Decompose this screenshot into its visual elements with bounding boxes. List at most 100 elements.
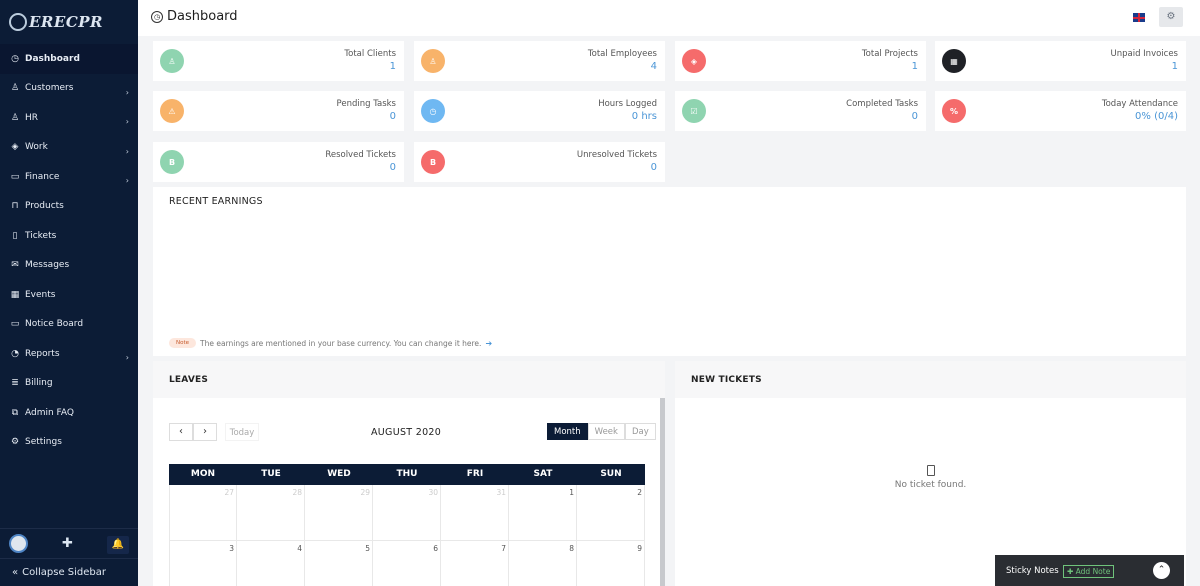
prev-month-button[interactable]: ‹ [169, 423, 193, 441]
calendar-day-cell[interactable]: 3 [169, 541, 237, 586]
today-button[interactable]: Today [225, 423, 259, 441]
stat-card-pending-tasks[interactable]: ⚠ Pending Tasks 0 [153, 91, 404, 131]
calendar-day-cell[interactable]: 4 [237, 541, 305, 586]
view-week-button[interactable]: Week [587, 423, 625, 440]
stat-card-completed-tasks[interactable]: ☑ Completed Tasks 0 [675, 91, 926, 131]
uk-flag-icon[interactable] [1133, 13, 1145, 22]
bell-icon[interactable]: 🔔 [107, 536, 129, 554]
sidebar-item-label: Products [25, 201, 64, 212]
sidebar-item-events[interactable]: ▦ Events [0, 280, 138, 310]
logo-text: ERECPR [29, 13, 104, 31]
calendar-day-cell[interactable]: 9 [577, 541, 645, 586]
collapse-sidebar-button[interactable]: « Collapse Sidebar [0, 558, 138, 586]
stat-card-total-projects[interactable]: ◈ Total Projects 1 [675, 41, 926, 81]
stat-icon: B [160, 150, 184, 174]
stat-icon: ☑ [682, 99, 706, 123]
sidebar-item-finance[interactable]: ▭ Finance › [0, 162, 138, 192]
calendar-day-cell[interactable]: 2 [577, 485, 645, 541]
calendar-day-cell[interactable]: 6 [373, 541, 441, 586]
recent-earnings-panel: RECENT EARNINGS Note The earnings are me… [153, 187, 1186, 356]
stat-label: Total Employees [587, 49, 657, 59]
sidebar-item-reports[interactable]: ◔ Reports › [0, 339, 138, 369]
stat-label: Completed Tasks [846, 99, 918, 109]
calendar-day-cell[interactable]: 1 [509, 485, 577, 541]
arrow-right-icon[interactable]: ➔ [485, 339, 492, 348]
stat-label: Hours Logged [598, 99, 657, 109]
user-icon: ♙ [10, 112, 20, 123]
sidebar-item-admin-faq[interactable]: ⧉ Admin FAQ [0, 398, 138, 428]
money-icon: ▭ [10, 171, 20, 182]
sidebar-item-settings[interactable]: ⚙ Settings [0, 428, 138, 458]
stat-value: 0 [911, 111, 918, 122]
layers-icon: ◈ [11, 142, 19, 153]
sidebar-item-notice-board[interactable]: ▭ Notice Board [0, 310, 138, 340]
sidebar-footer: ✚ 🔔 « Collapse Sidebar [0, 528, 138, 586]
gear-icon: ⚙ [10, 437, 20, 448]
calendar-day-cell[interactable]: 5 [305, 541, 373, 586]
stat-label: Today Attendance [1101, 99, 1178, 109]
collapse-sidebar-label: Collapse Sidebar [22, 567, 107, 578]
next-month-button[interactable]: › [193, 423, 217, 441]
sidebar-item-label: HR [25, 112, 39, 123]
stat-value: 1 [389, 61, 396, 72]
stat-card-today-attendance[interactable]: % Today Attendance 0% (0/4) [935, 91, 1186, 131]
stat-icon: ♙ [421, 49, 445, 73]
sidebar-item-work[interactable]: ◈ Work › [0, 133, 138, 163]
stat-icon: ◷ [421, 99, 445, 123]
sidebar-item-products[interactable]: ⊓ Products [0, 192, 138, 222]
sidebar-item-customers[interactable]: ♙ Customers › [0, 74, 138, 104]
logo-mark: ERECPR [9, 13, 103, 31]
calendar-day-cell[interactable]: 8 [509, 541, 577, 586]
billing-icon: ≣ [11, 378, 19, 389]
weekday-tue: TUE [261, 469, 281, 479]
sidebar-item-label: Work [25, 142, 48, 153]
stat-card-hours-logged[interactable]: ◷ Hours Logged 0 hrs [414, 91, 665, 131]
calendar-toolbar: ‹ › Today AUGUST 2020 Month Week Day [169, 423, 656, 441]
calendar-weekday-header: MON TUE WED THU FRI SAT SUN [169, 464, 645, 485]
sidebar: ERECPR ◷ Dashboard ♙ Customers › ♙ HR › ◈ Work › ▭ F… [0, 0, 138, 586]
sidebar-item-label: Billing [25, 378, 53, 389]
stat-value: 0 [650, 162, 657, 173]
scrollbar[interactable] [660, 398, 665, 586]
stat-card-unpaid-invoices[interactable]: ▦ Unpaid Invoices 1 [935, 41, 1186, 81]
stat-value: 0% (0/4) [1135, 111, 1178, 122]
stat-label: Resolved Tickets [325, 150, 396, 160]
sidebar-item-hr[interactable]: ♙ HR › [0, 103, 138, 133]
chevron-up-icon[interactable]: ⌃ [1153, 562, 1170, 579]
leaves-panel: LEAVES ‹ › Today AUGUST 2020 Month Week … [153, 361, 665, 586]
chevron-right-icon: › [125, 117, 129, 126]
calendar-day-cell[interactable]: 27 [169, 485, 237, 541]
view-month-button[interactable]: Month [547, 423, 588, 440]
sidebar-item-label: Notice Board [25, 319, 84, 330]
stat-label: Pending Tasks [336, 99, 396, 109]
calendar-day-cell[interactable]: 28 [237, 485, 305, 541]
logo-ring-icon [9, 13, 27, 31]
sidebar-item-dashboard[interactable]: ◷ Dashboard [0, 44, 138, 74]
empty-state-text: No ticket found. [894, 480, 967, 490]
sidebar-item-label: Messages [25, 260, 70, 271]
sidebar-item-billing[interactable]: ≣ Billing [0, 369, 138, 399]
stat-card-resolved-tickets[interactable]: B Resolved Tickets 0 [153, 142, 404, 182]
calendar-day-cell[interactable]: 31 [441, 485, 509, 541]
stat-icon: ♙ [160, 49, 184, 73]
stat-card-total-clients[interactable]: ♙ Total Clients 1 [153, 41, 404, 81]
stat-card-total-employees[interactable]: ♙ Total Employees 4 [414, 41, 665, 81]
add-note-button[interactable]: ✚ Add Note [1063, 565, 1115, 578]
plus-icon[interactable]: ✚ [62, 536, 73, 551]
calendar-day-cell[interactable]: 30 [373, 485, 441, 541]
weekday-mon: MON [190, 469, 216, 479]
stat-icon: ⚠ [160, 99, 184, 123]
sidebar-item-messages[interactable]: ✉ Messages [0, 251, 138, 281]
view-day-button[interactable]: Day [624, 423, 656, 440]
calendar-day-cell[interactable]: 29 [305, 485, 373, 541]
calendar-day-cell[interactable]: 7 [441, 541, 509, 586]
sidebar-item-label: Tickets [25, 230, 57, 241]
logo[interactable]: ERECPR [0, 0, 138, 44]
avatar[interactable] [9, 534, 28, 553]
stat-card-unresolved-tickets[interactable]: B Unresolved Tickets 0 [414, 142, 665, 182]
sidebar-icon-bar: ✚ 🔔 [0, 528, 138, 558]
settings-button[interactable]: ⚙ [1159, 7, 1183, 27]
add-note-label: Add Note [1075, 567, 1111, 576]
earnings-note: Note The earnings are mentioned in your … [169, 338, 492, 348]
sidebar-item-tickets[interactable]: ▯ Tickets [0, 221, 138, 251]
